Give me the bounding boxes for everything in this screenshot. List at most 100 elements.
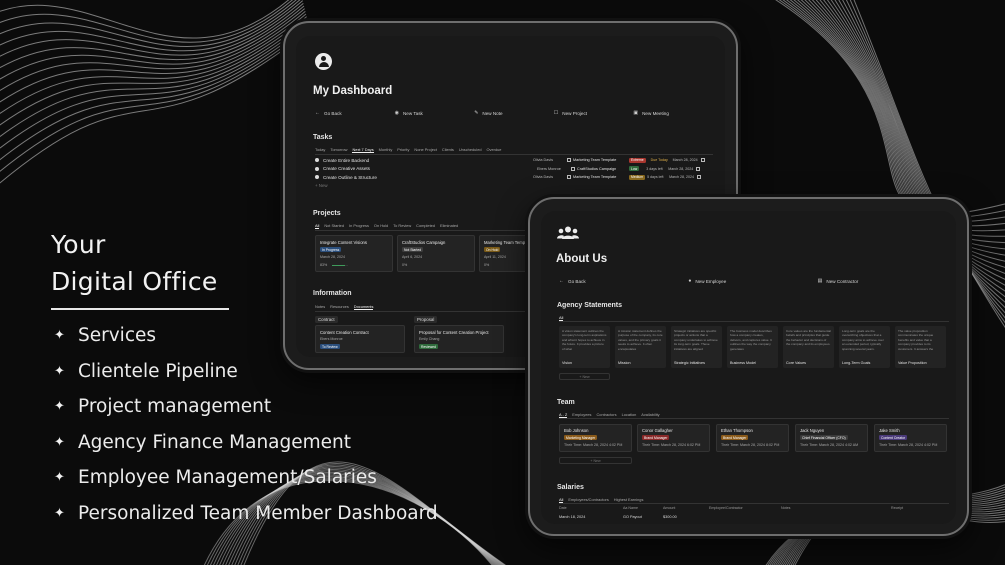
tab-priority[interactable]: Priority — [397, 147, 409, 153]
progress-bar — [332, 264, 348, 266]
sparkle-icon: ✦ — [54, 505, 65, 521]
wave-line — [0, 24, 309, 161]
new-note-button[interactable]: ✎ New Note — [474, 110, 554, 116]
task-list: Create Entire Backend Olivia Davis Marke… — [315, 156, 713, 190]
wave-line — [0, 29, 311, 184]
team-member-card[interactable]: Conor Gallagher Brand Manager Their Time… — [637, 424, 710, 452]
statement-card[interactable]: The business model describes how a compa… — [727, 326, 778, 368]
tab-on-hold[interactable]: On Hold — [374, 223, 388, 229]
dashboard-action-bar: ← Go Back ◉ New Task ✎ New Note ☐ New Projec… — [315, 110, 713, 116]
salaries-divider — [559, 503, 949, 504]
tab-completed[interactable]: Completed — [416, 223, 435, 229]
done-checkbox[interactable] — [700, 158, 705, 163]
user-avatar-icon — [315, 53, 332, 70]
progress-fill — [332, 264, 346, 266]
statement-card[interactable]: A mission statement defines the purpose … — [615, 326, 666, 368]
tab-all[interactable]: All — [315, 223, 320, 229]
group-label: Proposal — [414, 316, 438, 323]
team-member-card[interactable]: Ethan Thompson Brand Manager Their Time:… — [716, 424, 789, 452]
arrow-left-icon: ← — [559, 278, 564, 284]
priority-badge: Medium — [629, 174, 646, 180]
project-card[interactable]: Integrate Content Visions In Progress Ma… — [315, 235, 393, 272]
salaries-heading: Salaries — [557, 484, 584, 491]
agency-statements-heading: Agency Statements — [557, 302, 622, 309]
new-meeting-button[interactable]: ▣ New Meeting — [633, 110, 713, 116]
page-title: My Dashboard — [313, 85, 393, 97]
team-heading: Team — [557, 399, 575, 406]
note-icon: ✎ — [474, 110, 479, 116]
new-statement-button[interactable]: + New — [559, 373, 610, 380]
sparkle-icon: ✦ — [54, 470, 65, 486]
tablet-about-us: About Us ← Go Back ● New Employee ▤ New Con… — [528, 197, 969, 536]
person-icon: ● — [688, 278, 692, 284]
done-checkbox[interactable] — [697, 175, 702, 180]
statement-card[interactable]: Strategic initiatives are specific proje… — [671, 326, 722, 368]
wave-line — [0, 0, 297, 48]
role-badge: Brand Manager — [642, 435, 670, 441]
statement-card[interactable]: The value proposition communicates the u… — [895, 326, 946, 368]
information-tabs: Notes Resources Documents — [315, 304, 374, 310]
statement-card[interactable]: Long-term goals are the overarching obje… — [839, 326, 890, 368]
wave-line — [0, 13, 307, 115]
status-badge: Not Started — [402, 247, 424, 253]
status-badge: To Review — [320, 344, 340, 350]
projects-tabs: All Not Started In Progress On Hold To R… — [315, 223, 458, 229]
task-row[interactable]: Create Entire Backend Olivia Davis Marke… — [315, 156, 713, 165]
tab-to-review[interactable]: To Review — [393, 223, 411, 229]
tab-none-project[interactable]: None Project — [414, 147, 437, 153]
task-row[interactable]: Create Outline & Structure Olivia Davis … — [315, 173, 713, 182]
feature-item: ✦ Employee Management/Salaries — [54, 467, 377, 489]
document-icon: ▤ — [817, 278, 823, 284]
tab-resources[interactable]: Resources — [330, 304, 349, 310]
task-row[interactable]: Create Creative Assets Ebers Monroe Craf… — [315, 165, 713, 174]
tab-documents[interactable]: Documents — [353, 304, 374, 310]
tab-next-7-days[interactable]: Next 7 Days — [352, 147, 374, 153]
go-back-button[interactable]: ← Go Back — [315, 110, 395, 116]
new-project-button[interactable]: ☐ New Project — [554, 110, 634, 116]
statement-card[interactable]: A vision statement outlines the company'… — [559, 326, 610, 368]
tab-tomorrow[interactable]: Tomorrow — [330, 147, 347, 153]
tab-clients[interactable]: Clients — [442, 147, 454, 153]
statement-card[interactable]: Core values are the fundamental beliefs … — [783, 326, 834, 368]
tab-not-started[interactable]: Not Started — [324, 223, 344, 229]
document-card[interactable]: Proposal for Content Creation Project Em… — [414, 325, 504, 353]
new-contractor-button[interactable]: ▤ New Contractor — [818, 278, 947, 284]
team-member-card[interactable]: Jake Smith Content Creator Their Time: M… — [874, 424, 947, 452]
project-card[interactable]: CraftStudios Campaign Not Started April … — [397, 235, 475, 272]
new-task-button[interactable]: ◉ New Task — [395, 110, 475, 116]
team-member-card[interactable]: Jack Nguyen Chief Financial Officer (CFO… — [795, 424, 868, 452]
statements-divider — [559, 321, 949, 322]
document-card[interactable]: Content Creation Contract Ebers Monroe T… — [315, 325, 405, 353]
sparkle-icon: ✦ — [54, 328, 65, 344]
tab-notes[interactable]: Notes — [315, 304, 325, 310]
priority-badge: Extreme — [629, 157, 646, 163]
feature-item: ✦ Personalized Team Member Dashboard — [54, 502, 438, 524]
tasks-tabs: Today Tomorrow Next 7 Days Monthly Prior… — [315, 147, 501, 153]
hero-title-line1: Your — [51, 230, 106, 259]
arrow-left-icon: ← — [315, 110, 320, 116]
tab-eliminated[interactable]: Eliminated — [440, 223, 458, 229]
tab-unscheduled[interactable]: Unscheduled — [459, 147, 482, 153]
about-action-bar: ← Go Back ● New Employee ▤ New Contractor — [559, 278, 947, 284]
team-icon — [557, 226, 579, 239]
about-screen: About Us ← Go Back ● New Employee ▤ New Con… — [541, 211, 956, 524]
table-row[interactable]: March 18, 2024 GO Payout $300.00 — [559, 515, 949, 519]
calendar-icon: ▣ — [633, 110, 639, 116]
status-badge: On Hold — [484, 247, 501, 253]
checkbox-icon — [567, 158, 571, 163]
tasks-divider — [315, 154, 713, 155]
feature-item: ✦ Project management — [54, 396, 272, 418]
tab-overdue[interactable]: Overdue — [487, 147, 502, 153]
tab-monthly[interactable]: Monthly — [379, 147, 393, 153]
tab-in-progress[interactable]: In Progress — [349, 223, 369, 229]
go-back-button[interactable]: ← Go Back — [559, 278, 688, 284]
done-checkbox[interactable] — [696, 166, 701, 171]
new-employee-button[interactable]: ● New Employee — [688, 278, 817, 284]
new-member-button[interactable]: + New — [559, 457, 632, 464]
page-title: About Us — [556, 253, 608, 265]
team-member-card[interactable]: Bob Johnson Marketing Manager Their Time… — [559, 424, 632, 452]
checkbox-icon: ☐ — [553, 110, 559, 116]
new-task-link[interactable]: + New — [315, 182, 713, 190]
checkbox-icon — [571, 166, 575, 171]
tab-today[interactable]: Today — [315, 147, 325, 153]
